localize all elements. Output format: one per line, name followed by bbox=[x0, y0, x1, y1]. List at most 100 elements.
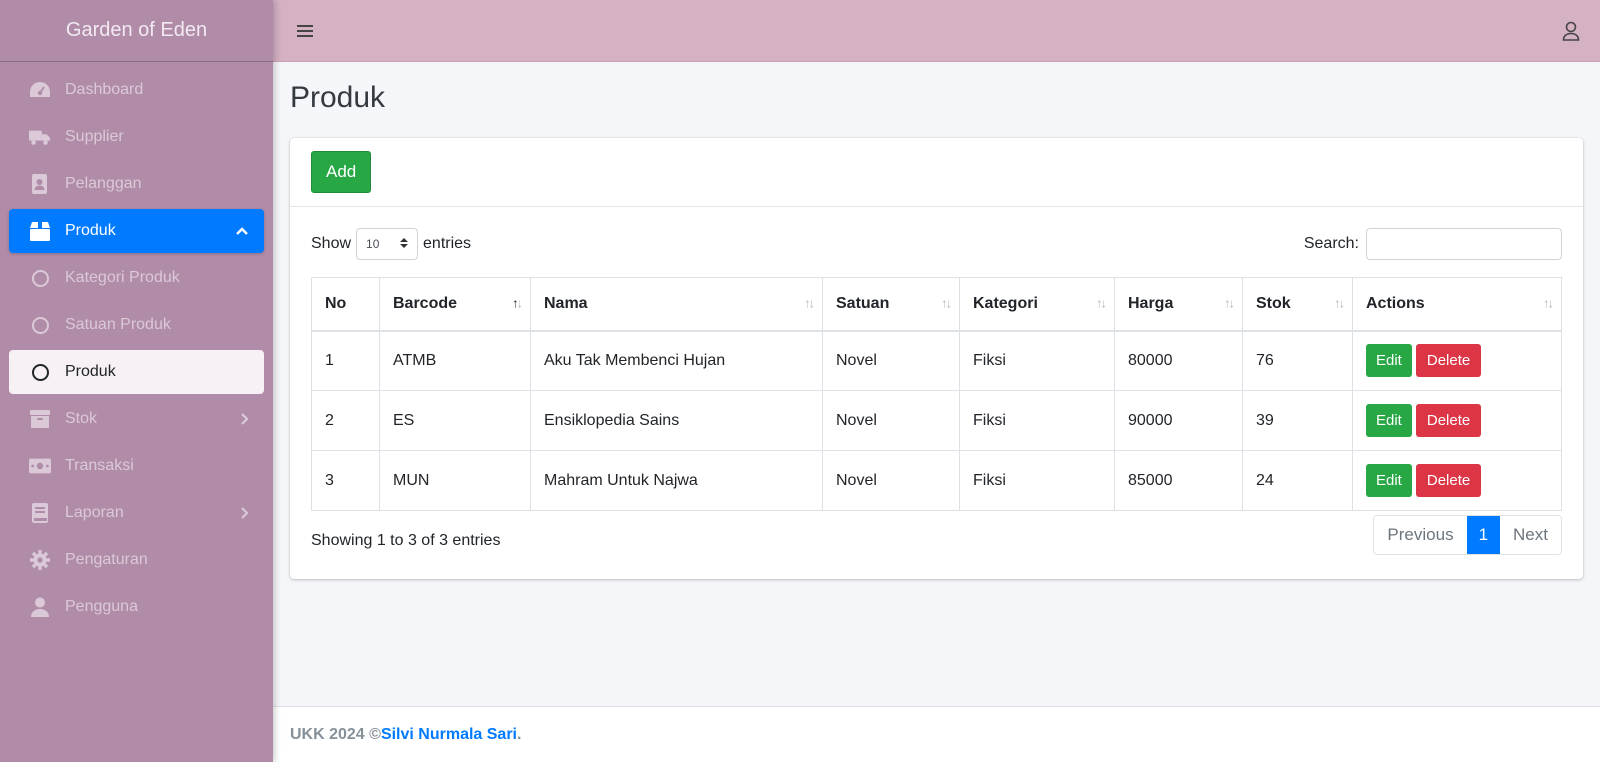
column-header-stok[interactable]: Stok ↑↓ bbox=[1242, 277, 1353, 332]
circle-icon bbox=[29, 268, 51, 288]
sidebar-item-label: Produk bbox=[65, 363, 116, 380]
sidebar-item-satuan-produk[interactable]: Satuan Produk bbox=[9, 303, 264, 347]
entries-select-value: 10 bbox=[366, 237, 380, 251]
brand-link[interactable]: Garden of Eden bbox=[0, 0, 273, 62]
show-label: Show bbox=[311, 235, 352, 252]
footer-author-link[interactable]: Silvi Nurmala Sari bbox=[381, 726, 517, 744]
column-header-actions[interactable]: Actions ↑↓ bbox=[1352, 277, 1562, 332]
money-bill-icon bbox=[29, 456, 51, 476]
sidebar-item-label: Stok bbox=[65, 410, 98, 427]
card-header: Add bbox=[290, 138, 1583, 207]
gear-icon bbox=[29, 550, 51, 570]
cell-satuan: Novel bbox=[822, 330, 960, 391]
pagination-next[interactable]: Next bbox=[1500, 516, 1561, 554]
sidebar-item-stok[interactable]: Stok bbox=[9, 397, 264, 441]
sidebar-item-produk[interactable]: Produk bbox=[9, 209, 264, 253]
footer-suffix: . bbox=[517, 725, 522, 743]
sidebar-item-pelanggan[interactable]: Pelanggan bbox=[9, 162, 264, 206]
sort-icon: ↑↓ bbox=[804, 295, 815, 311]
cell-harga: 80000 bbox=[1114, 330, 1243, 391]
chevron-right-icon bbox=[240, 507, 248, 519]
cell-kategori: Fiksi bbox=[959, 330, 1115, 391]
select-arrows-icon bbox=[400, 237, 409, 252]
datatable-controls: Show 10 entries Search: bbox=[311, 228, 1562, 260]
search-input[interactable] bbox=[1366, 228, 1562, 260]
sidebar-item-label: Supplier bbox=[65, 128, 124, 145]
table-row: 3 MUN Mahram Untuk Najwa Novel Fiksi 850… bbox=[311, 450, 1562, 511]
sidebar-item-produk-sub[interactable]: Produk bbox=[9, 350, 264, 394]
pagination-previous[interactable]: Previous bbox=[1374, 516, 1467, 554]
box-icon bbox=[29, 221, 51, 241]
cell-no: 2 bbox=[311, 390, 380, 451]
user-menu-icon[interactable] bbox=[1562, 21, 1580, 41]
cell-stok: 24 bbox=[1242, 450, 1353, 511]
sidebar-item-label: Satuan Produk bbox=[65, 316, 171, 333]
main-content: Produk Add Show 10 entries Search: No Ba… bbox=[273, 62, 1600, 706]
cell-satuan: Novel bbox=[822, 390, 960, 451]
sidebar-item-transaksi[interactable]: Transaksi bbox=[9, 444, 264, 488]
column-header-barcode[interactable]: Barcode ↑↓ bbox=[379, 277, 531, 332]
top-navbar bbox=[273, 0, 1600, 62]
sidebar-item-supplier[interactable]: Supplier bbox=[9, 115, 264, 159]
card-body: Show 10 entries Search: No Barcode ↑↓ Na… bbox=[290, 207, 1583, 579]
sort-icon: ↑↓ bbox=[1543, 295, 1554, 311]
archive-icon bbox=[29, 409, 51, 429]
book-icon bbox=[29, 503, 51, 523]
cell-stok: 76 bbox=[1242, 330, 1353, 391]
sidebar-item-pengguna[interactable]: Pengguna bbox=[9, 585, 264, 629]
table-info: Showing 1 to 3 of 3 entries bbox=[311, 532, 501, 549]
user-icon bbox=[29, 597, 51, 617]
entries-select[interactable]: 10 bbox=[356, 228, 419, 260]
circle-icon bbox=[29, 362, 51, 382]
cell-no: 1 bbox=[311, 330, 380, 391]
column-header-kategori[interactable]: Kategori ↑↓ bbox=[959, 277, 1115, 332]
sort-ascending-icon: ↑↓ bbox=[512, 295, 523, 311]
sidebar-item-kategori-produk[interactable]: Kategori Produk bbox=[9, 256, 264, 300]
produk-card: Add Show 10 entries Search: No Barcode ↑… bbox=[290, 138, 1583, 579]
sidebar-item-pengaturan[interactable]: Pengaturan bbox=[9, 538, 264, 582]
sidebar-item-dashboard[interactable]: Dashboard bbox=[9, 68, 264, 112]
sidebar-item-label: Pengguna bbox=[65, 598, 138, 615]
edit-button[interactable]: Edit bbox=[1366, 344, 1412, 378]
table-row: 2 ES Ensiklopedia Sains Novel Fiksi 9000… bbox=[311, 390, 1562, 451]
sidebar: Garden of Eden Dashboard Supplier Pelang… bbox=[0, 0, 273, 762]
sort-icon: ↑↓ bbox=[1224, 295, 1235, 311]
circle-icon bbox=[29, 315, 51, 335]
column-header-nama[interactable]: Nama ↑↓ bbox=[530, 277, 823, 332]
cell-actions: Edit Delete bbox=[1352, 390, 1562, 451]
chevron-up-icon bbox=[236, 227, 248, 235]
delete-button[interactable]: Delete bbox=[1415, 464, 1482, 497]
cell-no: 3 bbox=[311, 450, 380, 511]
sidebar-item-label: Kategori Produk bbox=[65, 269, 180, 286]
cell-actions: Edit Delete bbox=[1352, 450, 1562, 511]
cell-actions: Edit Delete bbox=[1352, 330, 1562, 391]
sidebar-item-label: Dashboard bbox=[65, 81, 144, 98]
delete-button[interactable]: Delete bbox=[1415, 404, 1482, 437]
cell-kategori: Fiksi bbox=[959, 450, 1115, 511]
cell-harga: 90000 bbox=[1114, 390, 1243, 451]
edit-button[interactable]: Edit bbox=[1366, 464, 1412, 497]
page-title: Produk bbox=[290, 81, 386, 114]
column-header-no[interactable]: No bbox=[311, 277, 380, 332]
column-header-harga[interactable]: Harga ↑↓ bbox=[1114, 277, 1243, 332]
column-header-satuan[interactable]: Satuan ↑↓ bbox=[822, 277, 960, 332]
cell-barcode: ES bbox=[379, 390, 531, 451]
sort-icon: ↑↓ bbox=[1334, 295, 1345, 311]
address-book-icon bbox=[29, 174, 51, 194]
table-row: 1 ATMB Aku Tak Membenci Hujan Novel Fiks… bbox=[311, 330, 1562, 391]
cell-nama: Ensiklopedia Sains bbox=[530, 390, 823, 451]
pagination-page-1[interactable]: 1 bbox=[1466, 516, 1501, 554]
entries-length-control: Show 10 entries bbox=[311, 228, 471, 260]
brand-name: Garden of Eden bbox=[65, 19, 208, 41]
dashboard-icon bbox=[29, 80, 51, 100]
footer-text: UKK 2024 © bbox=[290, 725, 381, 743]
delete-button[interactable]: Delete bbox=[1415, 344, 1482, 378]
datatable-footer: Showing 1 to 3 of 3 entries Previous 1 N… bbox=[311, 515, 1562, 555]
footer: UKK 2024 © Silvi Nurmala Sari. bbox=[273, 706, 1600, 762]
hamburger-menu-icon[interactable] bbox=[297, 24, 313, 38]
sidebar-item-laporan[interactable]: Laporan bbox=[9, 491, 264, 535]
add-button[interactable]: Add bbox=[311, 151, 372, 193]
edit-button[interactable]: Edit bbox=[1366, 404, 1412, 437]
sidebar-item-label: Pelanggan bbox=[65, 175, 142, 192]
cell-nama: Aku Tak Membenci Hujan bbox=[530, 330, 823, 391]
